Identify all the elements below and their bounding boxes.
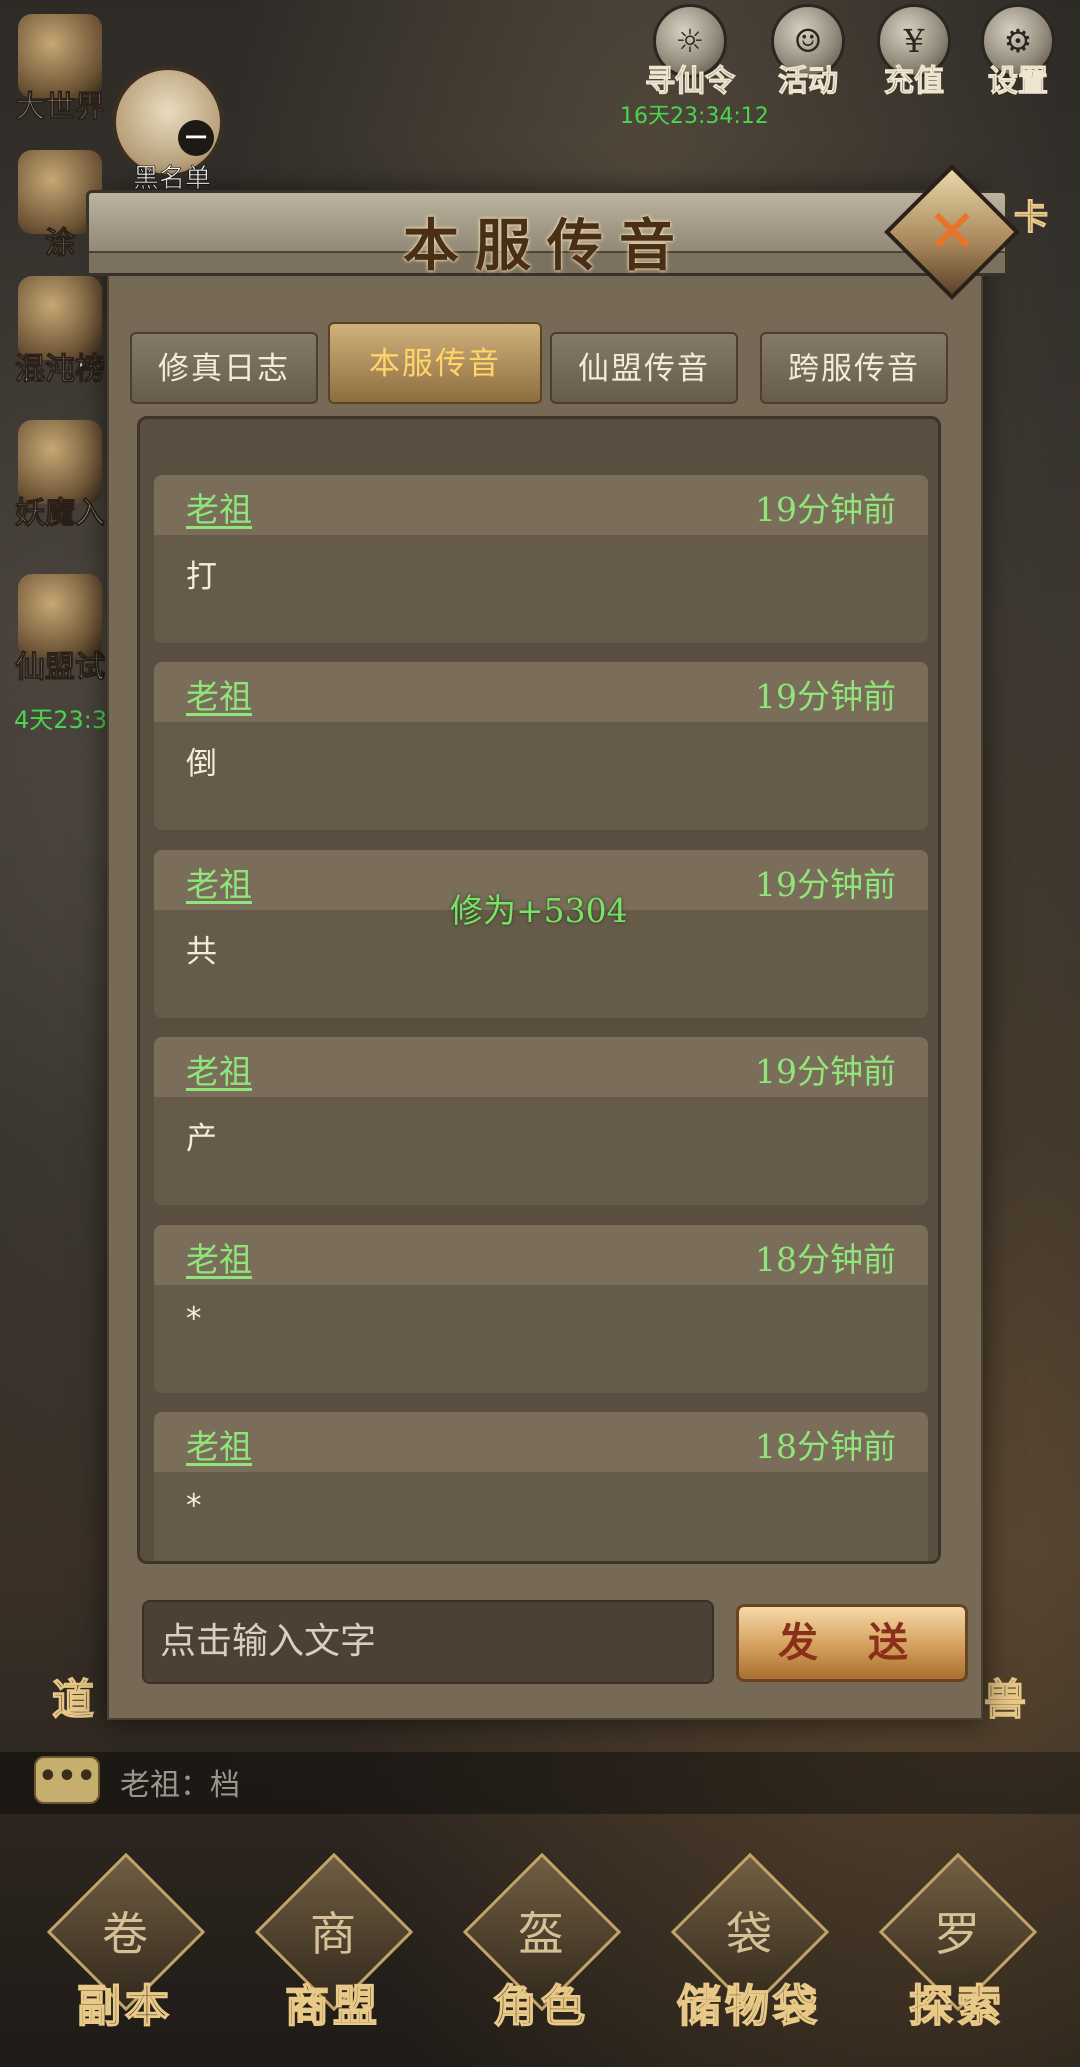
chaos-ranking-label: 混沌榜 bbox=[15, 352, 106, 388]
message-text: * bbox=[186, 1488, 202, 1524]
tab-alliance-broadcast[interactable]: 仙盟传音 bbox=[550, 332, 738, 404]
activity-button[interactable]: ☺ 活动 bbox=[760, 4, 856, 100]
nav-label: 商盟 bbox=[284, 1980, 381, 2033]
dungeon-icon: 卷 bbox=[102, 1907, 148, 1961]
settings-label: 设置 bbox=[988, 64, 1049, 100]
message-item: 老祖 19分钟前 共 bbox=[154, 850, 928, 1018]
nav-storage-bag[interactable]: 袋 储物袋 bbox=[664, 1852, 834, 2033]
demon-invasion-button[interactable]: 妖魔入 bbox=[10, 420, 110, 532]
message-item: 老祖 19分钟前 打 bbox=[154, 475, 928, 643]
message-time: 19分钟前 bbox=[755, 1052, 896, 1091]
dialog-title: 本服传音 bbox=[403, 213, 691, 279]
message-time: 19分钟前 bbox=[755, 490, 896, 529]
blacklist-button[interactable]: − 黑名单 bbox=[112, 66, 232, 194]
nav-label: 副本 bbox=[76, 1980, 173, 2033]
sender-name-link[interactable]: 老祖 bbox=[186, 670, 252, 718]
sender-name-link[interactable]: 老祖 bbox=[186, 483, 252, 531]
compass-icon: 罗 bbox=[934, 1907, 980, 1961]
message-text: 共 bbox=[186, 934, 217, 970]
chat-latest-message[interactable]: 老祖：档 bbox=[120, 1760, 240, 1804]
message-item: 老祖 19分钟前 倒 bbox=[154, 662, 928, 830]
event-timer: 16天23:34:12 bbox=[620, 104, 769, 129]
message-item: 老祖 19分钟前 产 bbox=[154, 1037, 928, 1205]
message-header: 老祖 18分钟前 bbox=[154, 1225, 928, 1285]
message-text: 倒 bbox=[186, 746, 217, 782]
minus-icon: − bbox=[178, 120, 214, 156]
message-text: * bbox=[186, 1301, 202, 1337]
alliance-timer: 4天23:3 bbox=[14, 706, 108, 734]
nav-dungeon[interactable]: 卷 副本 bbox=[40, 1852, 210, 2033]
sender-name-link[interactable]: 老祖 bbox=[186, 858, 252, 906]
sender-name-link[interactable]: 老祖 bbox=[186, 1420, 252, 1468]
close-icon: ✕ bbox=[926, 197, 978, 267]
nav-character[interactable]: 盔 角色 bbox=[456, 1852, 626, 2033]
message-list[interactable]: 老祖 19分钟前 打 老祖 19分钟前 倒 老祖 19分钟前 共 老祖 19分钟… bbox=[137, 416, 941, 1564]
message-time: 19分钟前 bbox=[755, 865, 896, 904]
message-time: 18分钟前 bbox=[755, 1240, 896, 1279]
message-header: 老祖 19分钟前 bbox=[154, 475, 928, 535]
world-map-button[interactable]: 大世界 bbox=[10, 14, 110, 126]
settings-button[interactable]: ⚙ 设置 bbox=[970, 4, 1066, 100]
dialog-titlebar: 本服传音 bbox=[86, 190, 1008, 279]
recharge-label: 充值 bbox=[884, 64, 945, 100]
tab-cross-server-broadcast[interactable]: 跨服传音 bbox=[760, 332, 948, 404]
alliance-trial-label: 仙盟试 bbox=[15, 650, 106, 686]
message-header: 老祖 19分钟前 bbox=[154, 1037, 928, 1097]
helmet-icon: 盔 bbox=[518, 1907, 564, 1961]
merchant-icon: 商 bbox=[310, 1907, 356, 1961]
side-label-dao: 道 bbox=[51, 1674, 95, 1724]
message-text: 产 bbox=[186, 1121, 217, 1157]
seek-immortal-label: 寻仙令 bbox=[645, 64, 736, 100]
nav-label: 储物袋 bbox=[676, 1980, 821, 2033]
alliance-trial-button[interactable]: 仙盟试 bbox=[10, 574, 110, 686]
cultivation-gain-popup: 修为+5304 bbox=[450, 891, 628, 930]
seek-immortal-order-button[interactable]: ☼ 寻仙令 bbox=[642, 4, 738, 100]
world-map-label: 大世界 bbox=[15, 90, 106, 126]
nav-label: 角色 bbox=[492, 1980, 589, 2033]
activity-label: 活动 bbox=[778, 64, 839, 100]
demon-invasion-label: 妖魔入 bbox=[15, 496, 106, 532]
message-item: 老祖 18分钟前 * bbox=[154, 1412, 928, 1561]
message-input[interactable]: 点击输入文字 bbox=[142, 1600, 714, 1684]
side-label-beast: 兽 bbox=[983, 1674, 1027, 1724]
sender-name-link[interactable]: 老祖 bbox=[186, 1233, 252, 1281]
message-text: 打 bbox=[186, 559, 217, 595]
tab-cultivation-log[interactable]: 修真日志 bbox=[130, 332, 318, 404]
message-time: 19分钟前 bbox=[755, 677, 896, 716]
chat-bubble-icon[interactable]: ••• bbox=[34, 1756, 100, 1804]
tab-server-broadcast[interactable]: 本服传音 bbox=[328, 322, 542, 404]
message-time: 18分钟前 bbox=[755, 1427, 896, 1466]
chaos-ranking-button[interactable]: 混沌榜 bbox=[10, 276, 110, 388]
nav-explore[interactable]: 罗 探索 bbox=[872, 1852, 1042, 2033]
message-item: 老祖 18分钟前 * bbox=[154, 1225, 928, 1393]
recharge-button[interactable]: ¥ 充值 bbox=[866, 4, 962, 100]
nav-label: 探索 bbox=[908, 1980, 1005, 2033]
message-header: 老祖 19分钟前 bbox=[154, 662, 928, 722]
nav-merchant-alliance[interactable]: 商 商盟 bbox=[248, 1852, 418, 2033]
bag-icon: 袋 bbox=[726, 1907, 772, 1961]
sender-name-link[interactable]: 老祖 bbox=[186, 1045, 252, 1093]
message-header: 老祖 18分钟前 bbox=[154, 1412, 928, 1472]
send-button[interactable]: 发 送 bbox=[736, 1604, 968, 1682]
